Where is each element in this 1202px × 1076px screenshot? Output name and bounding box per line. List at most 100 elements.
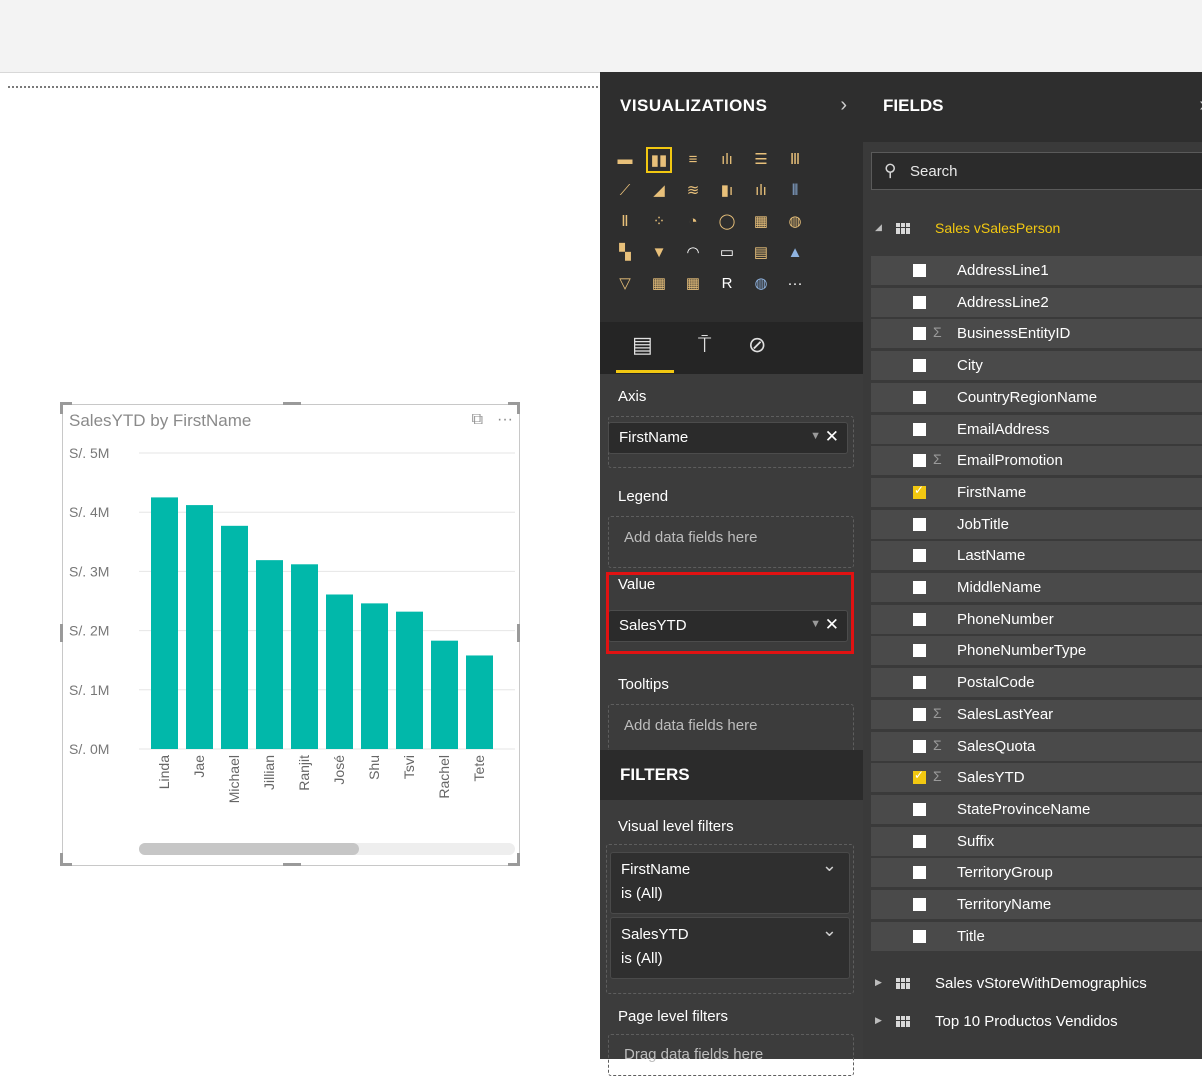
x-tick-label: Tete — [471, 755, 487, 782]
visual-type-icon[interactable]: ≋ — [680, 178, 706, 202]
visual-type-icon[interactable]: ▬ — [612, 147, 638, 171]
visual-type-icon[interactable]: ▦ — [680, 271, 706, 295]
visual-type-icon[interactable]: ▲ — [782, 240, 808, 264]
chart-visual[interactable]: SalesYTD by FirstName ⧉ ··· S/. 0M S/. 1M… — [62, 404, 520, 866]
field-row[interactable]: StateProvinceName — [871, 794, 1202, 825]
checkbox-icon[interactable] — [913, 739, 926, 753]
visual-type-icon[interactable]: ··· — [782, 271, 808, 295]
visual-type-icon[interactable]: ☰ — [748, 147, 774, 171]
checkbox-icon[interactable] — [913, 676, 926, 690]
field-row[interactable]: EmailAddress — [871, 414, 1202, 445]
checkbox-icon[interactable] — [913, 644, 926, 658]
visual-type-icon[interactable]: Ⅱ — [612, 209, 638, 233]
checkbox-icon[interactable] — [913, 866, 926, 880]
axis-remove-icon[interactable]: ✕ — [825, 427, 839, 447]
table-sales-vstorewithdemographics[interactable]: ▶ Sales vStoreWithDemographics — [863, 969, 1202, 1001]
axis-field-pill[interactable]: FirstName ▼ ✕ — [608, 422, 848, 454]
analytics-icon[interactable]: ⊘ — [748, 332, 766, 358]
visual-type-icon[interactable]: ≡ — [680, 147, 706, 171]
checked-checkbox-icon[interactable] — [913, 483, 926, 499]
visual-type-icon[interactable]: Ⅲ — [782, 147, 808, 171]
collapsed-arrow-icon[interactable]: ▶ — [875, 977, 882, 988]
checkbox-icon[interactable] — [913, 390, 926, 404]
visual-type-icon[interactable]: ▦ — [646, 271, 672, 295]
fields-search-box[interactable]: ⚲ Search — [871, 152, 1202, 190]
axis-dropdown-icon[interactable]: ▼ — [810, 430, 821, 442]
checkbox-icon[interactable] — [913, 295, 926, 309]
checkbox-icon[interactable] — [913, 359, 926, 373]
resize-handle-bottom[interactable] — [283, 863, 301, 866]
field-row[interactable]: CountryRegionName — [871, 382, 1202, 413]
visual-type-icon[interactable]: ◯ — [714, 209, 740, 233]
fields-tab-icon[interactable]: ▤ — [632, 332, 653, 358]
checkbox-icon[interactable] — [913, 327, 926, 341]
visual-type-icon[interactable]: ▭ — [714, 240, 740, 264]
visual-type-icon[interactable]: ılı — [748, 178, 774, 202]
visual-type-icon[interactable]: ▤ — [748, 240, 774, 264]
resize-handle-bl-v[interactable] — [60, 853, 63, 865]
checkbox-icon[interactable] — [913, 707, 926, 721]
field-row[interactable]: JobTitle — [871, 509, 1202, 540]
checkbox-icon[interactable] — [913, 834, 926, 848]
field-row[interactable]: AddressLine2 — [871, 287, 1202, 318]
resize-handle-top[interactable] — [283, 402, 301, 405]
visual-filters-drop-area[interactable] — [606, 844, 854, 994]
field-row[interactable]: PhoneNumberType — [871, 636, 1202, 667]
checkbox-icon[interactable] — [913, 454, 926, 468]
visual-type-icon[interactable]: ◠ — [680, 240, 706, 264]
visual-type-icon[interactable]: ▽ — [612, 271, 638, 295]
visual-type-icon[interactable]: R — [714, 271, 740, 295]
checkbox-icon[interactable] — [913, 581, 926, 594]
checkbox-icon[interactable] — [913, 898, 926, 911]
checkbox-icon[interactable] — [913, 517, 926, 531]
field-row[interactable]: Σ EmailPromotion — [871, 446, 1202, 477]
visual-type-icon[interactable]: ◢ — [646, 178, 672, 202]
resize-handle-right[interactable] — [517, 624, 520, 642]
visual-type-icon[interactable]: ⟋ — [612, 178, 638, 202]
expanded-arrow-icon[interactable]: ◢ — [875, 222, 882, 233]
format-roller-icon[interactable]: ⍑ — [698, 332, 711, 358]
checkbox-icon[interactable] — [913, 549, 926, 563]
field-row[interactable]: Σ SalesLastYear — [871, 699, 1202, 730]
collapse-visualizations-chevron-icon[interactable]: › — [840, 94, 847, 117]
field-row[interactable]: LastName — [871, 541, 1202, 572]
visual-type-icon[interactable]: ▦ — [748, 209, 774, 233]
resize-handle-tl-v[interactable] — [60, 402, 63, 414]
field-row[interactable]: Σ BusinessEntityID — [871, 319, 1202, 350]
field-row[interactable]: MiddleName — [871, 573, 1202, 603]
visual-type-icon[interactable]: ▮▮ — [646, 147, 672, 173]
checkbox-icon[interactable] — [913, 929, 926, 943]
field-row[interactable]: TerritoryName — [871, 890, 1202, 920]
visual-type-icon[interactable]: ılı — [714, 147, 740, 171]
chart-scrollbar-thumb[interactable] — [139, 843, 359, 855]
field-row[interactable]: PhoneNumber — [871, 604, 1202, 635]
checkbox-icon[interactable] — [913, 264, 926, 277]
visual-type-icon[interactable]: ▚ — [612, 240, 638, 264]
visual-type-icon[interactable]: ▮ı — [714, 178, 740, 202]
checked-checkbox-icon[interactable] — [913, 768, 926, 785]
visual-type-icon[interactable]: ⁘ — [646, 209, 672, 233]
visual-type-icon[interactable]: ▼ — [646, 240, 672, 264]
field-row[interactable]: Σ SalesYTD — [871, 763, 1202, 794]
visual-type-icon[interactable]: ◍ — [782, 209, 808, 233]
field-row[interactable]: Σ SalesQuota — [871, 731, 1202, 762]
visual-type-icon[interactable]: ⦀ — [782, 178, 808, 202]
resize-handle-left[interactable] — [60, 624, 63, 642]
field-row[interactable]: Title — [871, 921, 1202, 952]
field-row[interactable]: AddressLine1 — [871, 256, 1202, 286]
resize-handle-br-v[interactable] — [517, 853, 520, 865]
visual-type-icon[interactable]: ◔ — [680, 209, 706, 233]
table-top-10-productos-vendidos[interactable]: ▶ Top 10 Productos Vendidos — [863, 1007, 1202, 1039]
field-row[interactable]: City — [871, 351, 1202, 382]
field-row[interactable]: PostalCode — [871, 668, 1202, 699]
field-row[interactable]: FirstName — [871, 477, 1202, 508]
visual-type-icon[interactable]: ◍ — [748, 271, 774, 295]
field-row[interactable]: TerritoryGroup — [871, 858, 1202, 889]
collapsed-arrow-icon[interactable]: ▶ — [875, 1015, 882, 1026]
table-sales-vsalesperson[interactable]: ◢ Sales vSalesPerson — [863, 214, 1202, 246]
checkbox-icon[interactable] — [913, 422, 926, 436]
field-row[interactable]: Suffix — [871, 826, 1202, 857]
resize-handle-tr-v[interactable] — [517, 402, 520, 414]
checkbox-icon[interactable] — [913, 802, 926, 816]
checkbox-icon[interactable] — [913, 612, 926, 626]
